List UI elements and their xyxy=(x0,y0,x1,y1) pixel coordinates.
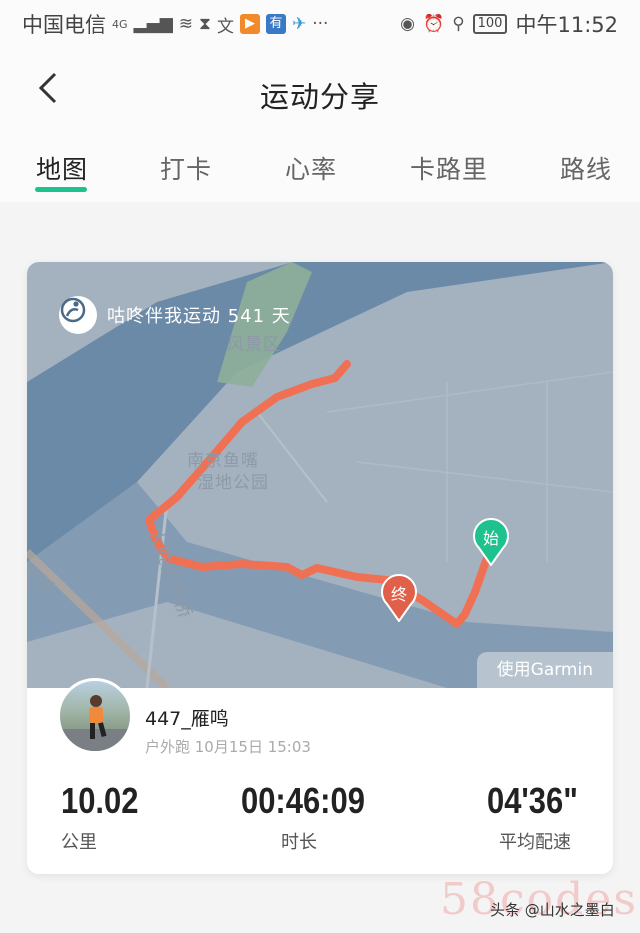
wifi-icon: ≋ xyxy=(178,14,194,34)
activity-summary: 447_雁鸣 户外跑 10月15日 15:03 10.02 公里 00:46:0… xyxy=(27,678,613,874)
top-bar: 运动分享 xyxy=(0,48,640,136)
more-notifications-icon: ··· xyxy=(312,14,329,34)
runner-photo-icon xyxy=(60,695,130,751)
tab-route[interactable]: 路线 xyxy=(560,150,612,186)
signal-icon: ▂▄▆ xyxy=(133,14,173,34)
start-pin-label: 始 xyxy=(483,529,499,548)
pace-label: 平均配速 xyxy=(499,832,571,853)
end-pin-label: 终 xyxy=(391,585,407,604)
brand-text: 咕咚伴我运动 541 天 xyxy=(107,306,291,327)
page-title: 运动分享 xyxy=(259,80,380,114)
device-tag: 使用Garmin xyxy=(476,652,613,688)
tab-heart-rate[interactable]: 心率 xyxy=(285,150,337,186)
stat-pace: 04'36" 平均配速 xyxy=(487,780,593,854)
duration-label: 时长 xyxy=(281,832,317,853)
distance-label: 公里 xyxy=(61,832,97,853)
status-bar: 中国电信 4G ▂▄▆ ≋ ⧗ 文 ▶ 有 ✈ ··· ◉ ⏰ ⚲ 100 中午… xyxy=(0,0,640,48)
app-notification-icon-2: 有 xyxy=(265,14,286,34)
duration-value: 00:46:09 xyxy=(241,780,365,821)
app-notification-icon: 文 xyxy=(216,16,234,37)
share-card: 风景区 南京鱼嘴 湿地公园 大胜关大桥 大桥 咕咚伴我运动 541 天 始 终 … xyxy=(27,262,613,874)
map-label-wetland: 湿地公园 xyxy=(197,473,269,493)
codoon-logo-icon xyxy=(59,296,97,334)
active-tab-indicator xyxy=(35,187,87,192)
tab-map[interactable]: 地图 xyxy=(36,150,88,186)
pace-value: 04'36" xyxy=(487,780,578,821)
tab-bar: 地图 打卡 心率 卡路里 路线 xyxy=(0,136,640,202)
stat-duration: 00:46:09 时长 xyxy=(241,780,385,854)
battery-icon: 100 xyxy=(472,14,508,34)
tab-checkin[interactable]: 打卡 xyxy=(160,150,212,186)
network-type-icon: 4G xyxy=(112,17,128,31)
alarm-icon: ⏰ xyxy=(423,14,445,34)
route-map[interactable]: 风景区 南京鱼嘴 湿地公园 大胜关大桥 大桥 咕咚伴我运动 541 天 始 终 … xyxy=(27,262,613,688)
username: 447_雁鸣 xyxy=(145,708,229,730)
activity-meta: 户外跑 10月15日 15:03 xyxy=(145,738,311,756)
send-app-icon: ✈ xyxy=(291,14,307,34)
status-time: 中午11:52 xyxy=(515,13,618,37)
tab-calories[interactable]: 卡路里 xyxy=(410,150,488,186)
source-watermark: 头条 @山水之墨白 xyxy=(490,901,615,919)
eye-comfort-icon: ◉ xyxy=(400,14,416,34)
hourglass-icon: ⧗ xyxy=(199,14,211,34)
brand-row: 咕咚伴我运动 541 天 xyxy=(59,296,291,334)
distance-value: 10.02 xyxy=(61,780,139,821)
carrier-label: 中国电信 xyxy=(22,13,106,37)
video-app-icon: ▶ xyxy=(239,14,260,34)
location-icon: ⚲ xyxy=(452,14,465,34)
avatar[interactable] xyxy=(57,678,133,754)
stat-distance: 10.02 公里 xyxy=(61,780,151,854)
